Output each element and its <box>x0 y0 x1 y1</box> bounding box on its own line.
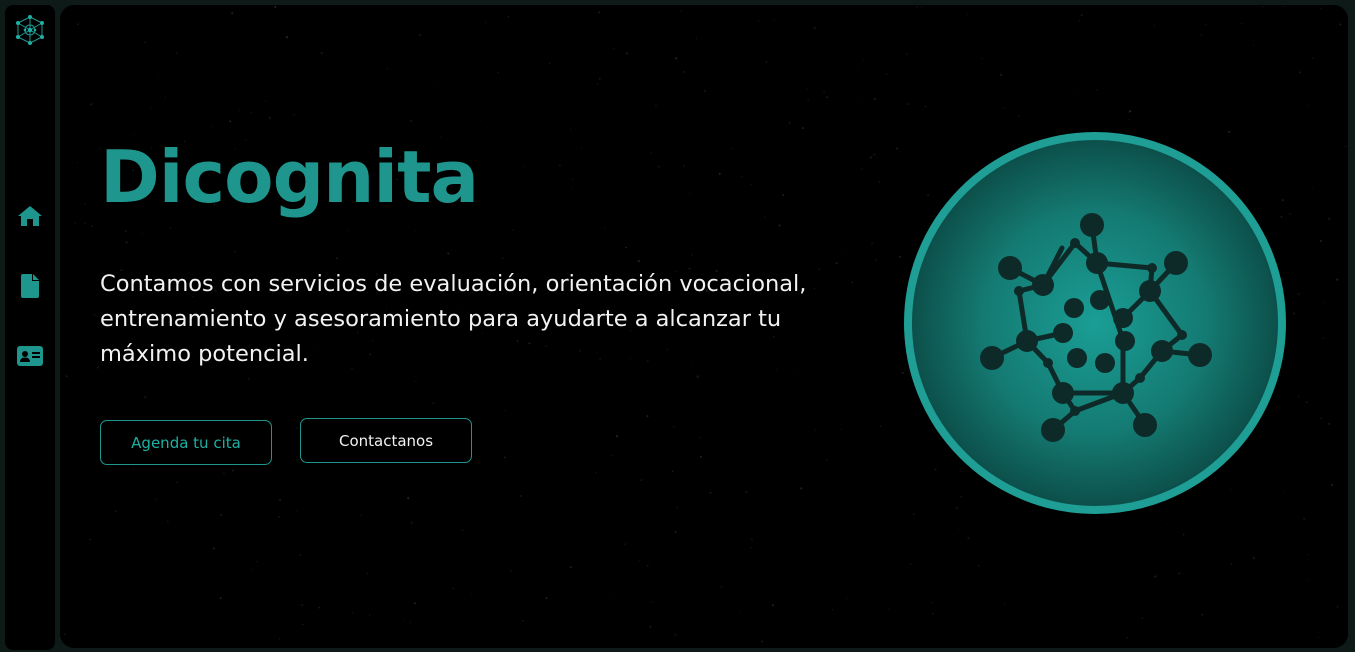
molecule-orb-illustration <box>904 132 1286 514</box>
book-appointment-button[interactable]: Agenda tu cita <box>100 420 272 465</box>
sidebar-item-home[interactable] <box>17 203 43 229</box>
id-card-icon <box>17 346 43 366</box>
orb-circle <box>904 132 1286 514</box>
hero-title: Dicognita <box>100 135 479 219</box>
sidebar-item-document[interactable] <box>17 273 43 299</box>
logo-icon[interactable] <box>14 14 46 46</box>
home-icon <box>18 206 42 226</box>
hero-description: Contamos con servicios de evaluación, or… <box>100 271 807 367</box>
app-frame: Dicognita Contamos con servicios de eval… <box>0 0 1355 652</box>
hero-section: Dicognita Contamos con servicios de eval… <box>60 5 1348 648</box>
sidebar <box>5 5 55 650</box>
contact-button[interactable]: Contactanos <box>300 418 472 463</box>
document-icon <box>21 274 39 298</box>
sidebar-item-contact-card[interactable] <box>17 343 43 369</box>
